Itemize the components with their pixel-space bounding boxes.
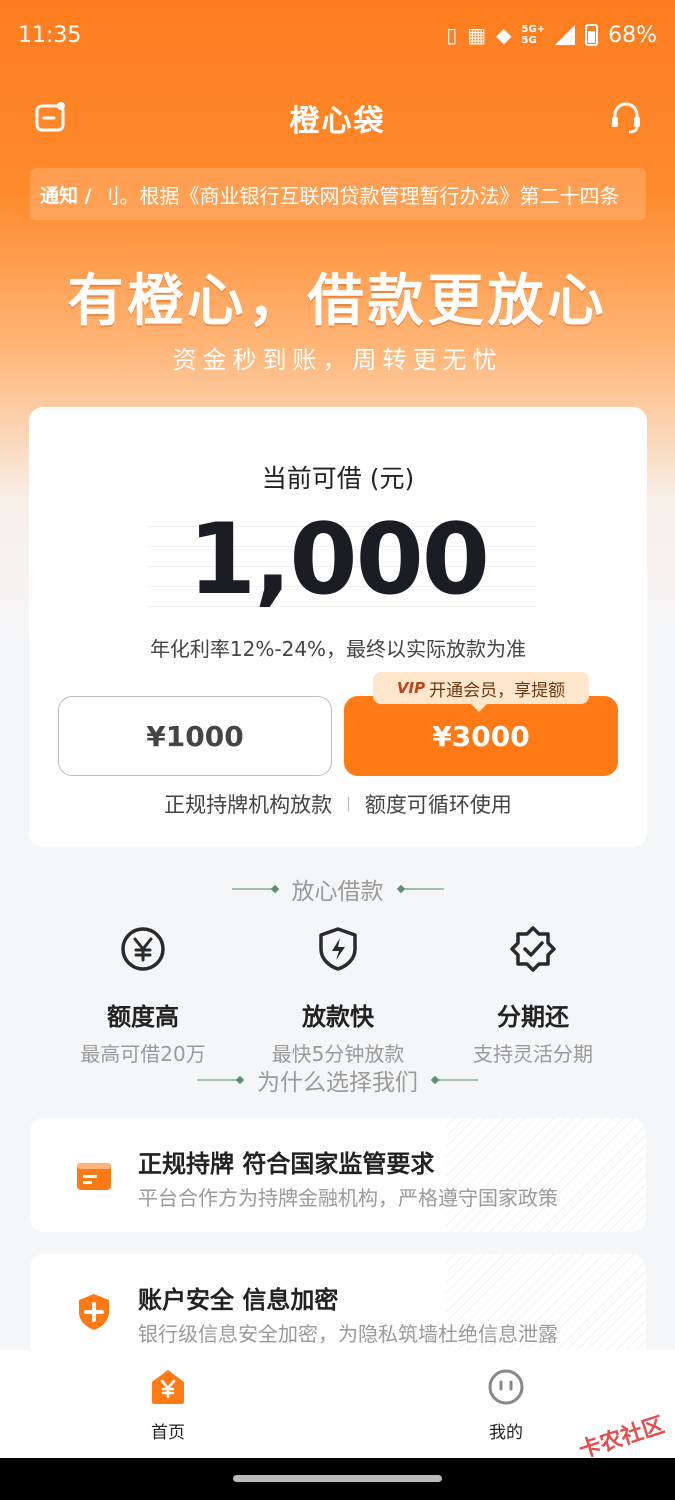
status-bar: 11:35 ▯ ▦ ◆ 5G+ 5G 68%: [0, 0, 675, 70]
notice-tag: 通知 /: [40, 184, 92, 207]
home-indicator[interactable]: [233, 1475, 442, 1482]
notice-text: 刂。根据《商业银行互联网贷款管理暂行办法》第二十四条: [99, 183, 620, 208]
hero-slogan: 有橙心，借款更放心: [67, 269, 608, 334]
feature-fast: 放款快 最快5分钟放款: [243, 925, 433, 1067]
wifi-icon: ◆: [496, 23, 512, 47]
feature-high-limit: 额度高 最高可借20万: [48, 925, 238, 1067]
tab-mine[interactable]: 我的: [446, 1368, 566, 1443]
nav-bar: 橙心袋: [0, 88, 675, 148]
decor-left: [197, 1075, 245, 1085]
shield-plus-icon: [79, 1294, 109, 1330]
card-footer: 正规持牌机构放款 | 额度可循环使用: [29, 789, 647, 819]
vip-tip-text: 开通会员，享提额: [429, 680, 566, 701]
vip-tip[interactable]: VIP 开通会员，享提额: [373, 672, 589, 712]
borrow-1000-button[interactable]: ¥1000: [58, 696, 332, 776]
message-icon[interactable]: [34, 100, 68, 134]
home-yen-icon: [152, 1370, 184, 1404]
loan-card: 当前可借 (元) 1,000 年化利率12%-24%，最终以实际放款为准 ¥10…: [29, 407, 647, 847]
feature-installment: 分期还 支持灵活分期: [438, 925, 628, 1067]
why-desc: 银行级信息安全加密，为隐私筑墙杜绝信息泄露: [138, 1322, 558, 1346]
section-title-why: 为什么选择我们: [0, 1063, 675, 1097]
smile-face-icon: [488, 1369, 524, 1405]
card-pattern: [446, 1118, 646, 1232]
features-row: 额度高 最高可借20万 放款快 最快5分钟放款 分期还 支持灵活分期: [48, 925, 628, 1067]
decor-left: [231, 884, 279, 894]
license-card-icon: [77, 1163, 111, 1190]
vibrate-icon: ▯: [446, 23, 458, 47]
why-title: 正规持牌 符合国家监管要求: [138, 1150, 435, 1178]
footer-revolving: 额度可循环使用: [364, 793, 512, 817]
hero-subslogan: 资金秒到账，周转更无忧: [172, 346, 503, 374]
decor-right: [430, 1075, 478, 1085]
notice-bar[interactable]: 通知 / 刂。根据《商业银行互联网贷款管理暂行办法》第二十四条: [30, 168, 646, 220]
nfc-icon: ▦: [467, 23, 487, 47]
page-title: 橙心袋: [289, 104, 386, 139]
tab-bar: 首页 我的: [0, 1350, 675, 1458]
status-icons: ▯ ▦ ◆ 5G+ 5G 68%: [446, 23, 657, 48]
signal-icon: [555, 25, 576, 45]
footer-separator: |: [346, 796, 351, 812]
network-label: 5G+ 5G: [521, 24, 546, 46]
check-badge-icon: [510, 926, 556, 972]
battery-level: 68%: [608, 22, 657, 48]
why-card-licensed[interactable]: 正规持牌 符合国家监管要求 平台合作方为持牌金融机构，严格遵守国家政策: [30, 1118, 646, 1232]
vip-icon: VIP: [396, 679, 426, 697]
decor-right: [396, 884, 444, 894]
footer-licensed: 正规持牌机构放款: [164, 793, 333, 817]
yen-circle-icon: [121, 927, 165, 971]
why-desc: 平台合作方为持牌金融机构，严格遵守国家政策: [138, 1186, 558, 1210]
headset-icon[interactable]: [609, 100, 643, 134]
section-title-relax: 放心借款: [0, 872, 675, 906]
lightning-shield-icon: [319, 927, 357, 971]
why-title: 账户安全 信息加密: [138, 1286, 339, 1314]
rate-note: 年化利率12%-24%，最终以实际放款为准: [149, 637, 527, 661]
tab-home[interactable]: 首页: [108, 1368, 228, 1443]
available-label: 当前可借 (元): [261, 464, 415, 493]
gesture-bar: [0, 1458, 675, 1500]
status-time: 11:35: [18, 22, 82, 48]
available-amount: 1,000: [188, 503, 490, 617]
battery-icon: [585, 24, 599, 46]
